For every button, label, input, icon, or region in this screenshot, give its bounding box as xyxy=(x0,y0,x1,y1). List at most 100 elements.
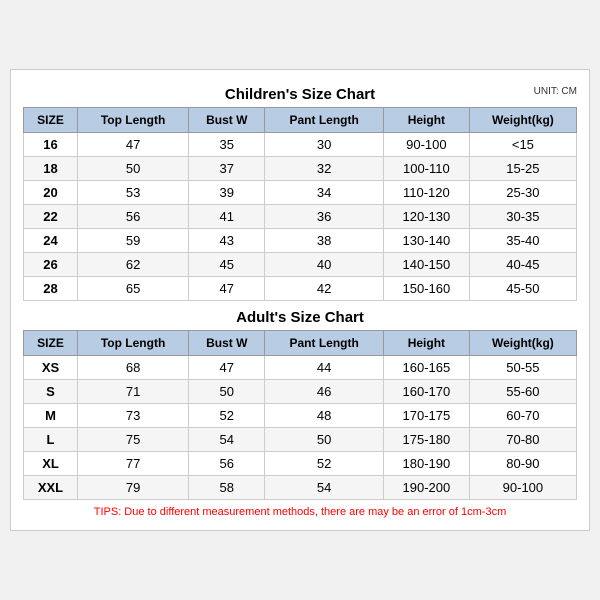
adults-cell: 79 xyxy=(78,476,189,500)
adults-row: XXL795854190-20090-100 xyxy=(24,476,577,500)
children-header-row: SIZE Top Length Bust W Pant Length Heigh… xyxy=(24,108,577,133)
adults-cell: XXL xyxy=(24,476,78,500)
adults-cell: 48 xyxy=(265,404,384,428)
children-row: 26624540140-15040-45 xyxy=(24,253,577,277)
adults-row: XL775652180-19080-90 xyxy=(24,452,577,476)
adults-cell: XL xyxy=(24,452,78,476)
adults-title: Adult's Size Chart xyxy=(23,301,577,330)
adults-cell: 54 xyxy=(189,428,265,452)
adults-cell: 80-90 xyxy=(469,452,576,476)
col-header-size-c: SIZE xyxy=(24,108,78,133)
col-header-top-length-a: Top Length xyxy=(78,331,189,356)
adults-cell: 70-80 xyxy=(469,428,576,452)
adults-cell: 56 xyxy=(189,452,265,476)
adults-row: M735248170-17560-70 xyxy=(24,404,577,428)
children-tbody: 1647353090-100<1518503732100-11015-25205… xyxy=(24,133,577,301)
adults-cell: 68 xyxy=(78,356,189,380)
children-cell: 110-120 xyxy=(383,181,469,205)
adults-row: L755450175-18070-80 xyxy=(24,428,577,452)
children-cell: 40 xyxy=(265,253,384,277)
children-cell: 150-160 xyxy=(383,277,469,301)
children-cell: 32 xyxy=(265,157,384,181)
children-cell: 41 xyxy=(189,205,265,229)
children-cell: 90-100 xyxy=(383,133,469,157)
children-cell: 37 xyxy=(189,157,265,181)
children-thead: SIZE Top Length Bust W Pant Length Heigh… xyxy=(24,108,577,133)
children-cell: 35-40 xyxy=(469,229,576,253)
col-header-bust-a: Bust W xyxy=(189,331,265,356)
children-cell: 20 xyxy=(24,181,78,205)
adults-cell: 52 xyxy=(265,452,384,476)
children-cell: 45 xyxy=(189,253,265,277)
children-row: 20533934110-12025-30 xyxy=(24,181,577,205)
chart-container: Children's Size Chart UNIT: CM SIZE Top … xyxy=(10,69,590,531)
adults-title-text: Adult's Size Chart xyxy=(236,309,364,326)
tips-text: TIPS: Due to different measurement metho… xyxy=(23,500,577,520)
adults-cell: 47 xyxy=(189,356,265,380)
children-row: 18503732100-11015-25 xyxy=(24,157,577,181)
adults-cell: 75 xyxy=(78,428,189,452)
adults-cell: L xyxy=(24,428,78,452)
children-cell: 22 xyxy=(24,205,78,229)
adults-cell: S xyxy=(24,380,78,404)
children-cell: 30-35 xyxy=(469,205,576,229)
children-cell: 43 xyxy=(189,229,265,253)
children-cell: 42 xyxy=(265,277,384,301)
children-cell: 38 xyxy=(265,229,384,253)
adults-cell: 50 xyxy=(265,428,384,452)
adults-cell: 58 xyxy=(189,476,265,500)
children-row: 28654742150-16045-50 xyxy=(24,277,577,301)
adults-cell: 180-190 xyxy=(383,452,469,476)
adults-cell: 175-180 xyxy=(383,428,469,452)
adults-cell: 160-165 xyxy=(383,356,469,380)
adults-row: XS684744160-16550-55 xyxy=(24,356,577,380)
col-header-height-c: Height xyxy=(383,108,469,133)
adults-header-row: SIZE Top Length Bust W Pant Length Heigh… xyxy=(24,331,577,356)
children-cell: 30 xyxy=(265,133,384,157)
children-cell: 15-25 xyxy=(469,157,576,181)
adults-cell: 50 xyxy=(189,380,265,404)
children-cell: 40-45 xyxy=(469,253,576,277)
adults-cell: 170-175 xyxy=(383,404,469,428)
children-cell: 59 xyxy=(78,229,189,253)
children-cell: 39 xyxy=(189,181,265,205)
adults-cell: 71 xyxy=(78,380,189,404)
children-row: 22564136120-13030-35 xyxy=(24,205,577,229)
col-header-height-a: Height xyxy=(383,331,469,356)
adults-cell: 52 xyxy=(189,404,265,428)
adults-cell: 90-100 xyxy=(469,476,576,500)
adults-cell: 73 xyxy=(78,404,189,428)
adults-row: S715046160-17055-60 xyxy=(24,380,577,404)
children-cell: 45-50 xyxy=(469,277,576,301)
col-header-size-a: SIZE xyxy=(24,331,78,356)
col-header-weight-c: Weight(kg) xyxy=(469,108,576,133)
adults-cell: 77 xyxy=(78,452,189,476)
children-cell: 18 xyxy=(24,157,78,181)
adults-cell: 54 xyxy=(265,476,384,500)
adults-cell: 46 xyxy=(265,380,384,404)
col-header-weight-a: Weight(kg) xyxy=(469,331,576,356)
children-cell: 24 xyxy=(24,229,78,253)
children-cell: 34 xyxy=(265,181,384,205)
children-cell: 100-110 xyxy=(383,157,469,181)
children-cell: 25-30 xyxy=(469,181,576,205)
adults-cell: 190-200 xyxy=(383,476,469,500)
children-title-text: Children's Size Chart xyxy=(225,86,375,103)
col-header-bust-c: Bust W xyxy=(189,108,265,133)
adults-cell: 160-170 xyxy=(383,380,469,404)
adults-cell: XS xyxy=(24,356,78,380)
children-cell: 130-140 xyxy=(383,229,469,253)
children-unit: UNIT: CM xyxy=(534,86,577,97)
adults-cell: 55-60 xyxy=(469,380,576,404)
children-cell: 53 xyxy=(78,181,189,205)
children-cell: 36 xyxy=(265,205,384,229)
adults-thead: SIZE Top Length Bust W Pant Length Heigh… xyxy=(24,331,577,356)
col-header-pant-a: Pant Length xyxy=(265,331,384,356)
children-table: SIZE Top Length Bust W Pant Length Heigh… xyxy=(23,107,577,301)
children-cell: 65 xyxy=(78,277,189,301)
children-title: Children's Size Chart UNIT: CM xyxy=(23,80,577,107)
children-cell: 62 xyxy=(78,253,189,277)
children-cell: <15 xyxy=(469,133,576,157)
children-row: 24594338130-14035-40 xyxy=(24,229,577,253)
children-cell: 120-130 xyxy=(383,205,469,229)
